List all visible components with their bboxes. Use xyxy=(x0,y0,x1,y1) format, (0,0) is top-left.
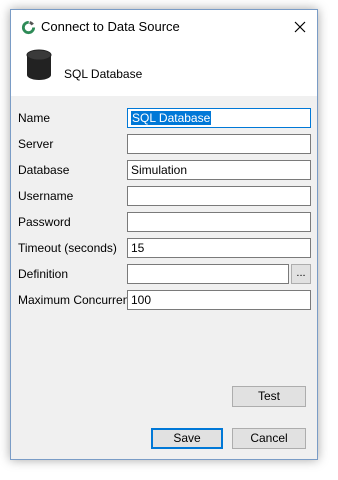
title-bar: Connect to Data Source xyxy=(11,10,317,44)
form-row-name: Name SQL Database xyxy=(11,108,317,128)
database-label: Database xyxy=(18,163,70,177)
name-input[interactable]: SQL Database xyxy=(127,108,311,128)
app-ring-icon xyxy=(21,20,36,35)
form-row-password: Password xyxy=(11,212,317,232)
server-label: Server xyxy=(18,137,54,151)
database-input[interactable]: Simulation xyxy=(127,160,311,180)
save-button[interactable]: Save xyxy=(151,428,223,449)
cancel-button[interactable]: Cancel xyxy=(232,428,306,449)
connect-dialog: Connect to Data Source SQL Database Name… xyxy=(10,9,318,460)
name-input-selected-text: SQL Database xyxy=(131,111,212,125)
dialog-header: SQL Database xyxy=(11,44,317,96)
password-label: Password xyxy=(18,215,71,229)
server-input[interactable] xyxy=(127,134,311,154)
test-button[interactable]: Test xyxy=(232,386,306,407)
username-label: Username xyxy=(18,189,74,203)
form-row-max-concurrent: Maximum Concurrent 100 xyxy=(11,290,317,310)
form-row-timeout: Timeout (seconds) 15 xyxy=(11,238,317,258)
timeout-label: Timeout (seconds) xyxy=(18,241,117,255)
close-button[interactable] xyxy=(283,10,317,44)
form-row-database: Database Simulation xyxy=(11,160,317,180)
timeout-input[interactable]: 15 xyxy=(127,238,311,258)
close-icon xyxy=(294,21,306,33)
database-icon xyxy=(26,49,52,80)
password-input[interactable] xyxy=(127,212,311,232)
form-row-server: Server xyxy=(11,134,317,154)
username-input[interactable] xyxy=(127,186,311,206)
name-label: Name xyxy=(18,111,51,125)
definition-browse-button[interactable]: ... xyxy=(291,264,311,284)
max-concurrent-label: Maximum Concurrent xyxy=(18,293,133,307)
data-source-type-label: SQL Database xyxy=(64,67,143,81)
form-row-username: Username xyxy=(11,186,317,206)
form-row-definition: Definition ... xyxy=(11,264,317,284)
definition-label: Definition xyxy=(18,267,69,281)
dialog-body: Name SQL Database Server Database Simula… xyxy=(11,96,317,459)
definition-input[interactable] xyxy=(127,264,289,284)
max-concurrent-input[interactable]: 100 xyxy=(127,290,311,310)
window-title: Connect to Data Source xyxy=(41,19,180,34)
